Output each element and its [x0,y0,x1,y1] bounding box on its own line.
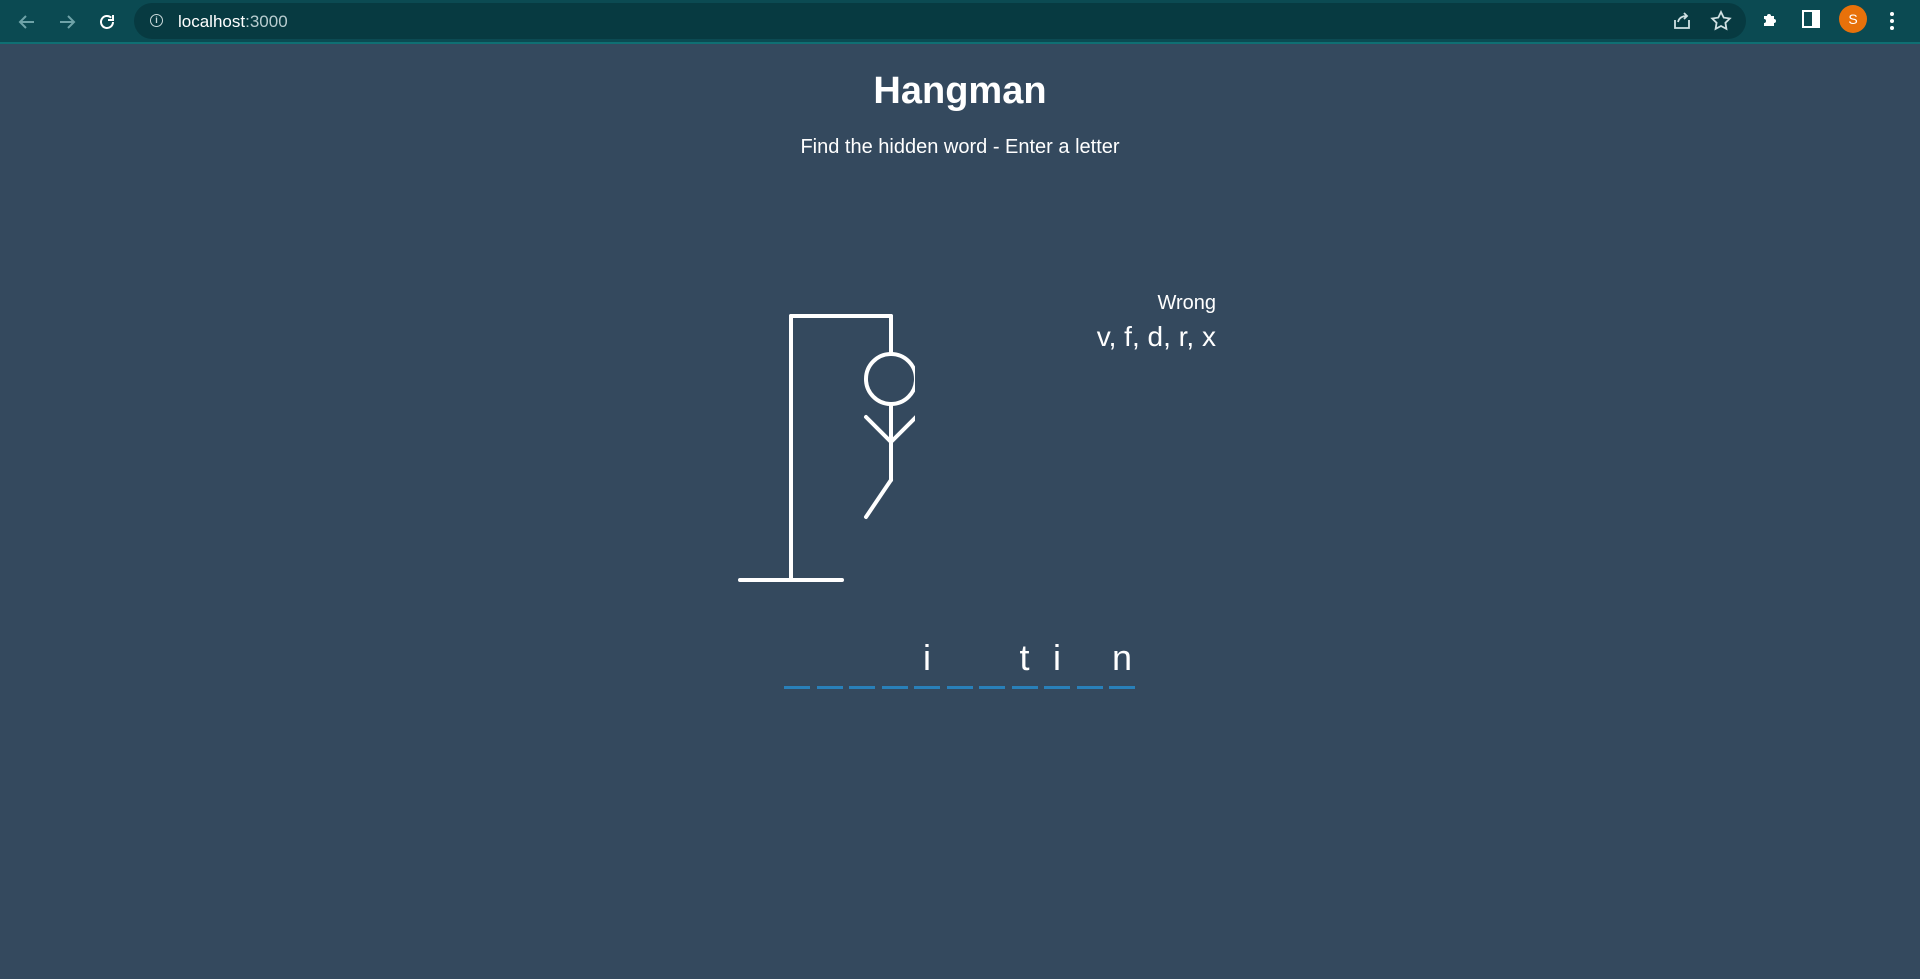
letter-slot [881,636,908,689]
letter-slot: t [1011,636,1038,689]
letter-slot [1076,636,1103,689]
reload-icon [100,15,114,29]
url-text[interactable]: localhost:3000 [178,12,288,32]
url-host: localhost [178,12,246,31]
back-button[interactable] [11,6,43,38]
forward-button[interactable] [51,6,83,38]
browser-toolbar: i localhost:3000 S [0,0,1920,44]
letter-slot: i [914,636,940,689]
extensions-icon[interactable] [1760,8,1786,34]
wrong-letters-panel: Wrong v, f, d, r, x [1097,292,1216,353]
site-info-icon[interactable]: i [150,14,163,27]
profile-avatar[interactable]: S [1839,5,1867,33]
hangman-left-leg [864,478,893,519]
letter-slot: i [1044,636,1070,689]
wrong-letters: v, f, d, r, x [1096,321,1216,352]
share-icon[interactable] [1670,9,1694,33]
back-arrow-icon [18,15,34,29]
letter-slot [784,636,810,689]
hangman-right-arm [889,415,918,444]
bookmark-star-icon[interactable] [1709,9,1733,33]
forward-arrow-icon [60,15,76,29]
letter-slot [979,636,1005,689]
address-bar[interactable]: i localhost:3000 [134,3,1746,39]
letter-slot [946,636,973,689]
url-port: :3000 [245,12,288,31]
letter-slot: n [1109,636,1135,689]
letter-slot [849,636,875,689]
letter-slot [816,636,843,689]
side-panel-icon[interactable] [1800,8,1826,34]
page-subtitle: Find the hidden word - Enter a letter [800,136,1120,158]
hangman-drawing [735,310,918,591]
hangman-left-arm [864,415,893,444]
reload-button[interactable] [91,6,123,38]
page-title: Hangman [873,70,1047,112]
wrong-label: Wrong [1157,292,1216,314]
hangman-head [864,352,918,406]
hidden-word: i t i n [784,636,1142,689]
browser-menu-icon[interactable] [1882,8,1902,34]
